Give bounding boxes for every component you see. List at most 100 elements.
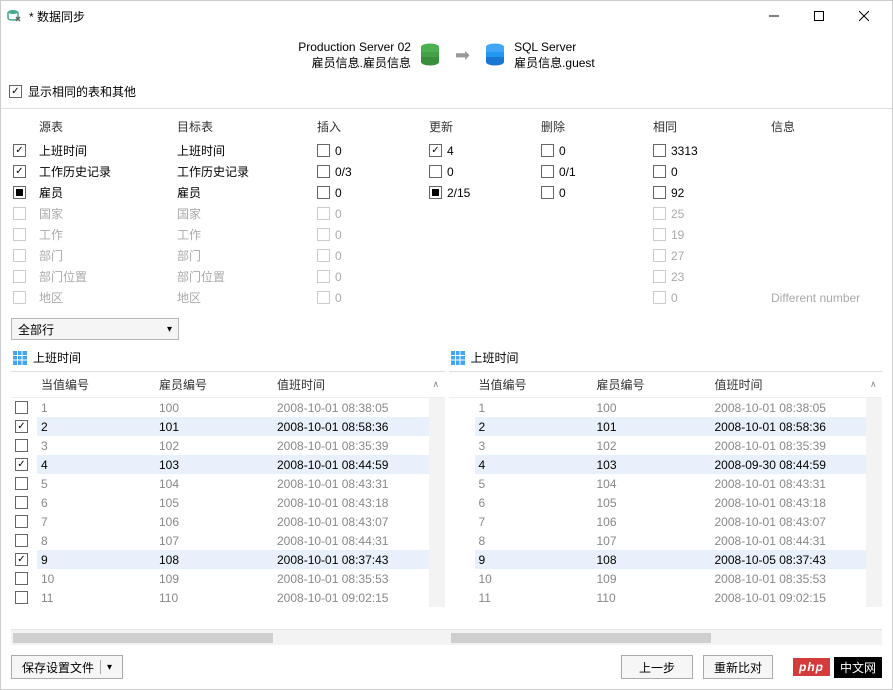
row-checkbox-cell[interactable] [449,569,475,588]
scroll-gutter[interactable] [866,531,882,550]
checkbox[interactable] [317,165,330,178]
checkbox[interactable] [13,186,26,199]
checkbox[interactable] [15,572,28,585]
checkbox[interactable] [15,553,28,566]
checkbox[interactable] [15,401,28,414]
checkbox[interactable] [429,165,442,178]
scroll-gutter[interactable] [429,436,445,455]
source-server: Production Server 02 [298,39,411,55]
row-checkbox-cell[interactable] [11,436,37,455]
scroll-gutter[interactable] [866,569,882,588]
scroll-gutter[interactable] [429,455,445,474]
horizontal-scrollbar[interactable] [11,629,882,645]
table-row-checkbox[interactable] [11,140,37,161]
grid-cell: 4 [475,455,593,474]
scroll-gutter[interactable] [429,531,445,550]
checkbox[interactable] [13,165,26,178]
checkbox[interactable] [13,291,26,304]
checkbox[interactable] [429,144,442,157]
scroll-thumb[interactable] [451,633,711,643]
scroll-gutter[interactable] [866,398,882,417]
row-checkbox-cell[interactable] [449,398,475,417]
checkbox[interactable] [13,249,26,262]
checkbox[interactable] [15,458,28,471]
checkbox[interactable] [541,186,554,199]
maximize-button[interactable] [796,2,841,30]
scroll-gutter[interactable] [866,493,882,512]
grid-header[interactable]: 值班时间 [273,372,429,398]
checkbox[interactable] [15,477,28,490]
row-checkbox-cell[interactable] [449,455,475,474]
scroll-gutter[interactable] [866,417,882,436]
scroll-gutter[interactable] [429,512,445,531]
checkbox[interactable] [13,270,26,283]
row-checkbox-cell[interactable] [449,474,475,493]
minimize-button[interactable] [751,2,796,30]
row-checkbox-cell[interactable] [449,588,475,607]
table-row-checkbox[interactable] [11,203,37,224]
row-checkbox-cell[interactable] [11,398,37,417]
scroll-gutter[interactable] [429,588,445,607]
checkbox[interactable] [15,439,28,452]
row-checkbox-cell[interactable] [449,417,475,436]
row-checkbox-cell[interactable] [11,569,37,588]
row-filter-select[interactable]: 全部行 ▾ [11,318,179,340]
row-checkbox-cell[interactable] [11,493,37,512]
close-button[interactable] [841,2,886,30]
checkbox[interactable] [541,165,554,178]
checkbox[interactable] [541,144,554,157]
checkbox[interactable] [317,144,330,157]
scroll-gutter[interactable] [866,550,882,569]
row-checkbox-cell[interactable] [11,417,37,436]
checkbox[interactable] [15,591,28,604]
scroll-gutter[interactable] [866,436,882,455]
checkbox[interactable] [15,496,28,509]
scroll-thumb[interactable] [13,633,273,643]
save-profile-button[interactable]: 保存设置文件 ▾ [11,655,123,679]
row-checkbox-cell[interactable] [11,550,37,569]
row-checkbox-cell[interactable] [11,588,37,607]
row-checkbox-cell[interactable] [11,531,37,550]
checkbox[interactable] [15,534,28,547]
scroll-gutter[interactable] [429,417,445,436]
row-checkbox-cell[interactable] [449,512,475,531]
scroll-gutter[interactable] [866,588,882,607]
checkbox[interactable] [15,515,28,528]
checkbox[interactable] [317,186,330,199]
checkbox[interactable] [13,228,26,241]
scroll-gutter[interactable] [429,474,445,493]
grid-header[interactable]: 当值编号 [37,372,155,398]
row-checkbox-cell[interactable] [11,512,37,531]
row-checkbox-cell[interactable] [449,436,475,455]
table-row-checkbox[interactable] [11,161,37,182]
table-row-checkbox[interactable] [11,266,37,287]
checkbox[interactable] [15,420,28,433]
scroll-gutter[interactable] [429,569,445,588]
prev-button[interactable]: 上一步 [621,655,693,679]
recompare-button[interactable]: 重新比对 [703,655,773,679]
grid-header[interactable]: 雇员编号 [155,372,273,398]
grid-cell: 107 [155,531,273,550]
scroll-gutter[interactable] [429,550,445,569]
row-checkbox-cell[interactable] [449,531,475,550]
scroll-gutter[interactable] [429,493,445,512]
grid-header[interactable]: 雇员编号 [593,372,711,398]
scroll-gutter[interactable] [429,398,445,417]
scroll-gutter[interactable] [866,474,882,493]
scroll-gutter[interactable] [866,512,882,531]
table-row-checkbox[interactable] [11,287,37,308]
checkbox[interactable] [429,186,442,199]
table-row-checkbox[interactable] [11,224,37,245]
row-checkbox-cell[interactable] [11,474,37,493]
checkbox[interactable] [13,144,26,157]
row-checkbox-cell[interactable] [449,493,475,512]
row-checkbox-cell[interactable] [11,455,37,474]
show-identical-checkbox[interactable] [9,85,22,98]
row-checkbox-cell[interactable] [449,550,475,569]
grid-header[interactable]: 值班时间 [711,372,867,398]
table-row-checkbox[interactable] [11,182,37,203]
table-row-checkbox[interactable] [11,245,37,266]
checkbox[interactable] [13,207,26,220]
scroll-gutter[interactable] [866,455,882,474]
grid-header[interactable]: 当值编号 [475,372,593,398]
